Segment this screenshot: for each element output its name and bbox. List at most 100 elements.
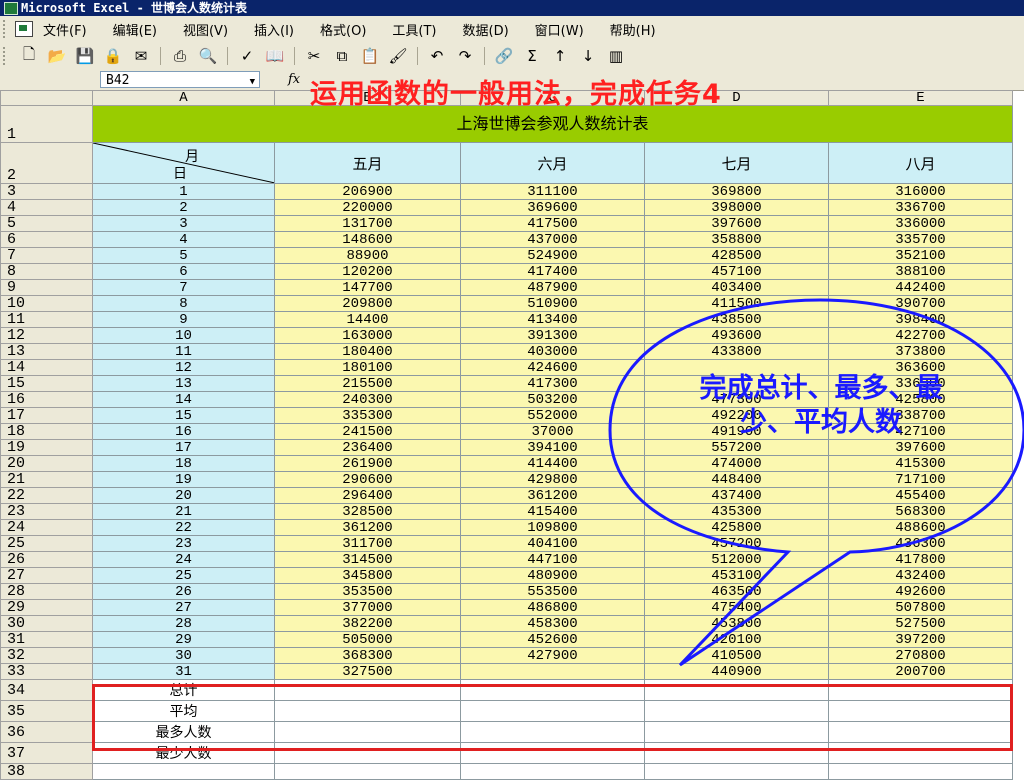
- visitor-count-cell[interactable]: 403000: [460, 343, 645, 360]
- research-icon[interactable]: 📖: [264, 45, 286, 67]
- summary-label[interactable]: 最多人数: [92, 721, 275, 743]
- visitor-count-cell[interactable]: 410500: [644, 647, 829, 664]
- open-icon[interactable]: 📂: [46, 45, 68, 67]
- print-icon[interactable]: ⎙: [169, 45, 191, 67]
- visitor-count-cell[interactable]: 487900: [460, 279, 645, 296]
- day-cell[interactable]: 28: [92, 615, 275, 632]
- visitor-count-cell[interactable]: 352100: [828, 247, 1013, 264]
- row-number[interactable]: 18: [0, 423, 93, 440]
- row-number[interactable]: 23: [0, 503, 93, 520]
- diagonal-header-cell[interactable]: 月 日: [92, 142, 275, 184]
- visitor-count-cell[interactable]: 109800: [460, 519, 645, 536]
- empty-cell[interactable]: [828, 763, 1013, 780]
- row-number[interactable]: 38: [0, 763, 93, 780]
- visitor-count-cell[interactable]: 215500: [274, 375, 461, 392]
- visitor-count-cell[interactable]: 503200: [460, 391, 645, 408]
- visitor-count-cell[interactable]: 148600: [274, 231, 461, 248]
- visitor-count-cell[interactable]: 361200: [460, 487, 645, 504]
- redo-icon[interactable]: ↷: [454, 45, 476, 67]
- visitor-count-cell[interactable]: 417300: [460, 375, 645, 392]
- visitor-count-cell[interactable]: 447100: [460, 551, 645, 568]
- day-cell[interactable]: 17: [92, 439, 275, 456]
- day-cell[interactable]: 9: [92, 311, 275, 328]
- day-cell[interactable]: 13: [92, 375, 275, 392]
- visitor-count-cell[interactable]: 358800: [644, 231, 829, 248]
- chevron-down-icon[interactable]: ▼: [250, 74, 255, 91]
- visitor-count-cell[interactable]: 120200: [274, 263, 461, 280]
- summary-label[interactable]: 平均: [92, 700, 275, 722]
- visitor-count-cell[interactable]: 448400: [644, 471, 829, 488]
- visitor-count-cell[interactable]: 437000: [460, 231, 645, 248]
- autosum-icon[interactable]: Σ: [521, 45, 543, 67]
- visitor-count-cell[interactable]: 413400: [460, 311, 645, 328]
- day-cell[interactable]: 26: [92, 583, 275, 600]
- visitor-count-cell[interactable]: 717100: [828, 471, 1013, 488]
- summary-input-cell[interactable]: [274, 679, 461, 701]
- visitor-count-cell[interactable]: 415400: [460, 503, 645, 520]
- summary-input-cell[interactable]: [828, 742, 1013, 764]
- column-header-e[interactable]: E: [828, 90, 1013, 106]
- menu-view[interactable]: 视图(V): [183, 20, 228, 39]
- visitor-count-cell[interactable]: 440900: [644, 663, 829, 680]
- row-number[interactable]: 24: [0, 519, 93, 536]
- visitor-count-cell[interactable]: 512000: [644, 551, 829, 568]
- visitor-count-cell[interactable]: 524900: [460, 247, 645, 264]
- menu-format[interactable]: 格式(O): [320, 20, 366, 39]
- visitor-count-cell[interactable]: 436300: [828, 535, 1013, 552]
- visitor-count-cell[interactable]: 422700: [828, 327, 1013, 344]
- visitor-count-cell[interactable]: 453800: [644, 615, 829, 632]
- month-header-july[interactable]: 七月: [644, 142, 829, 184]
- row-number[interactable]: 13: [0, 343, 93, 360]
- empty-cell[interactable]: [460, 763, 645, 780]
- row-number[interactable]: 20: [0, 455, 93, 472]
- menu-insert[interactable]: 插入(I): [254, 20, 294, 39]
- visitor-count-cell[interactable]: 353500: [274, 583, 461, 600]
- cut-icon[interactable]: ✂: [303, 45, 325, 67]
- visitor-count-cell[interactable]: 493600: [644, 327, 829, 344]
- day-cell[interactable]: 10: [92, 327, 275, 344]
- column-header-a[interactable]: A: [92, 90, 275, 106]
- visitor-count-cell[interactable]: 270800: [828, 647, 1013, 664]
- visitor-count-cell[interactable]: 37000: [460, 423, 645, 440]
- sheet-title-cell[interactable]: 上海世博会参观人数统计表: [92, 105, 1013, 143]
- visitor-count-cell[interactable]: 335300: [274, 407, 461, 424]
- visitor-count-cell[interactable]: 397200: [828, 631, 1013, 648]
- visitor-count-cell[interactable]: 200700: [828, 663, 1013, 680]
- visitor-count-cell[interactable]: 180100: [274, 359, 461, 376]
- visitor-count-cell[interactable]: 492600: [828, 583, 1013, 600]
- visitor-count-cell[interactable]: 316000: [828, 183, 1013, 200]
- menu-edit[interactable]: 编辑(E): [113, 20, 157, 39]
- visitor-count-cell[interactable]: 417500: [460, 215, 645, 232]
- row-number[interactable]: 4: [0, 199, 93, 216]
- day-cell[interactable]: 20: [92, 487, 275, 504]
- visitor-count-cell[interactable]: 457200: [644, 535, 829, 552]
- row-number[interactable]: 11: [0, 311, 93, 328]
- visitor-count-cell[interactable]: 88900: [274, 247, 461, 264]
- row-number[interactable]: 19: [0, 439, 93, 456]
- summary-input-cell[interactable]: [274, 721, 461, 743]
- format-painter-icon[interactable]: 🖌: [387, 45, 409, 67]
- row-number[interactable]: 37: [0, 742, 93, 764]
- summary-input-cell[interactable]: [828, 721, 1013, 743]
- visitor-count-cell[interactable]: 209800: [274, 295, 461, 312]
- visitor-count-cell[interactable]: 463500: [644, 583, 829, 600]
- visitor-count-cell[interactable]: 417400: [460, 263, 645, 280]
- row-number[interactable]: 32: [0, 647, 93, 664]
- spelling-icon[interactable]: ✓: [236, 45, 258, 67]
- visitor-count-cell[interactable]: 433800: [644, 343, 829, 360]
- row-number[interactable]: 35: [0, 700, 93, 722]
- visitor-count-cell[interactable]: 474000: [644, 455, 829, 472]
- visitor-count-cell[interactable]: 390700: [828, 295, 1013, 312]
- summary-input-cell[interactable]: [460, 679, 645, 701]
- row-number[interactable]: 15: [0, 375, 93, 392]
- visitor-count-cell[interactable]: 261900: [274, 455, 461, 472]
- row-number[interactable]: 17: [0, 407, 93, 424]
- summary-input-cell[interactable]: [828, 679, 1013, 701]
- visitor-count-cell[interactable]: 437400: [644, 487, 829, 504]
- summary-input-cell[interactable]: [828, 700, 1013, 722]
- visitor-count-cell[interactable]: 568300: [828, 503, 1013, 520]
- row-number[interactable]: 29: [0, 599, 93, 616]
- visitor-count-cell[interactable]: 369600: [460, 199, 645, 216]
- visitor-count-cell[interactable]: 388100: [828, 263, 1013, 280]
- visitor-count-cell[interactable]: 442400: [828, 279, 1013, 296]
